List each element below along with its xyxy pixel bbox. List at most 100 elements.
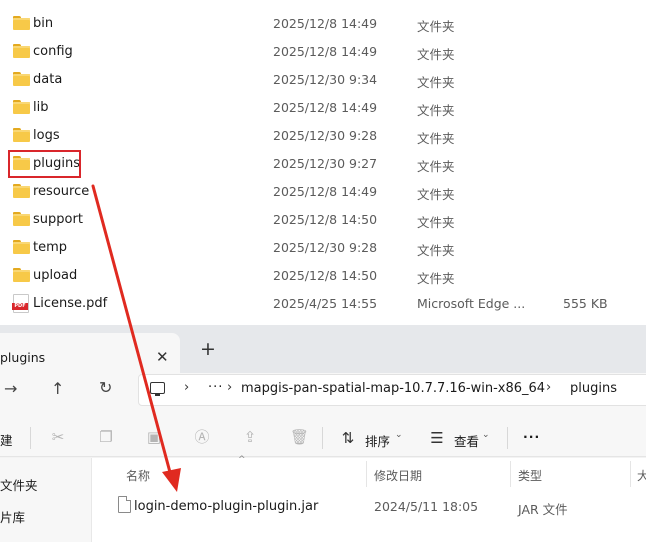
file-date: 2024/5/11 18:05 xyxy=(374,499,479,514)
item-name: support xyxy=(33,212,83,227)
sort-button-label[interactable]: 排序 xyxy=(365,431,390,450)
close-tab-icon[interactable]: ✕ xyxy=(156,348,169,366)
up-arrow-icon[interactable]: ↑ xyxy=(51,379,64,398)
item-date: 2025/12/30 9:27 xyxy=(273,156,378,171)
file-name[interactable]: login-demo-plugin-plugin.jar xyxy=(134,499,318,514)
chevron-right-icon[interactable]: › xyxy=(184,380,189,395)
item-name: config xyxy=(33,44,73,59)
item-date: 2025/12/30 9:34 xyxy=(273,72,378,87)
item-type: Microsoft Edge ... xyxy=(417,296,526,311)
item-type: 文件夹 xyxy=(417,187,455,202)
toolbar-divider xyxy=(30,427,31,449)
item-name: temp xyxy=(33,240,68,255)
chevron-right-icon[interactable]: › xyxy=(227,380,232,395)
list-item[interactable]: upload 2025/12/8 14:50 文件夹 xyxy=(0,262,646,290)
folder-icon xyxy=(13,212,30,226)
chevron-down-icon[interactable]: ⌄ xyxy=(395,430,403,440)
list-item[interactable]: lib 2025/12/8 14:49 文件夹 xyxy=(0,94,646,122)
refresh-icon[interactable]: ↻ xyxy=(99,378,112,397)
item-date: 2025/12/8 14:49 xyxy=(273,44,378,59)
item-type: 文件夹 xyxy=(417,271,455,286)
column-divider[interactable] xyxy=(510,461,511,487)
column-header-type[interactable]: 类型 xyxy=(518,467,542,484)
item-type: 文件夹 xyxy=(417,19,455,34)
item-date: 2025/12/8 14:49 xyxy=(273,16,378,31)
tab-title: plugins xyxy=(0,350,46,365)
monitor-icon[interactable] xyxy=(150,382,165,396)
view-button-label[interactable]: 查看 xyxy=(454,431,479,450)
item-type: 文件夹 xyxy=(417,103,455,118)
item-type: 文件夹 xyxy=(417,75,455,90)
column-header-date[interactable]: 修改日期 xyxy=(374,467,422,484)
list-item[interactable]: temp 2025/12/30 9:28 文件夹 xyxy=(0,234,646,262)
item-date: 2025/12/8 14:49 xyxy=(273,100,378,115)
list-item[interactable]: config 2025/12/8 14:49 文件夹 xyxy=(0,38,646,66)
sort-icon[interactable]: ⇅ xyxy=(340,430,356,446)
file-type: JAR 文件 xyxy=(518,502,568,517)
list-item[interactable]: data 2025/12/30 9:34 文件夹 xyxy=(0,66,646,94)
item-date: 2025/12/30 9:28 xyxy=(273,240,378,255)
item-name: logs xyxy=(33,128,60,143)
item-name: License.pdf xyxy=(33,296,108,311)
item-date: 2025/12/30 9:28 xyxy=(273,128,378,143)
view-icon[interactable]: ☰ xyxy=(429,430,445,446)
item-date: 2025/12/8 14:50 xyxy=(273,212,378,227)
tab-bar: plugins ✕ + xyxy=(0,325,646,373)
copy-icon[interactable]: ❐ xyxy=(98,429,114,445)
item-type: 文件夹 xyxy=(417,131,455,146)
item-date: 2025/12/8 14:49 xyxy=(273,184,378,199)
item-type: 文件夹 xyxy=(417,159,455,174)
jar-file-icon xyxy=(118,496,131,513)
pdf-icon: PDF xyxy=(12,294,29,313)
folder-icon xyxy=(13,100,30,114)
paste-icon[interactable]: ▣ xyxy=(146,429,162,445)
item-type: 文件夹 xyxy=(417,47,455,62)
folder-icon xyxy=(13,16,30,30)
list-item[interactable]: logs 2025/12/30 9:28 文件夹 xyxy=(0,122,646,150)
list-item[interactable]: support 2025/12/8 14:50 文件夹 xyxy=(0,206,646,234)
column-divider[interactable] xyxy=(630,461,631,487)
more-options-icon[interactable]: ··· xyxy=(523,429,540,444)
forward-arrow-icon[interactable]: → xyxy=(4,379,17,398)
navigation-sidebar xyxy=(0,458,92,542)
folder-icon xyxy=(13,72,30,86)
new-tab-button[interactable]: + xyxy=(200,338,216,360)
item-name: lib xyxy=(33,100,49,115)
toolbar-divider xyxy=(322,427,323,449)
sidebar-item-gallery[interactable]: 片库 xyxy=(0,507,25,526)
item-name: data xyxy=(33,72,63,87)
column-header-name[interactable]: 名称 xyxy=(126,467,150,484)
chevron-down-icon[interactable]: ⌄ xyxy=(482,430,490,440)
sort-caret-icon: ^ xyxy=(238,455,246,465)
cut-icon[interactable]: ✂ xyxy=(50,429,66,445)
breadcrumb-plugins[interactable]: plugins xyxy=(570,381,617,396)
new-button-label[interactable]: 建 xyxy=(0,430,13,449)
item-size: 555 KB xyxy=(563,296,608,311)
chevron-right-icon[interactable]: › xyxy=(546,380,551,395)
rename-icon[interactable]: Ⓐ xyxy=(194,429,210,445)
column-divider[interactable] xyxy=(366,461,367,487)
folder-icon xyxy=(13,184,30,198)
column-header-size[interactable]: 大 xyxy=(637,467,646,484)
item-type: 文件夹 xyxy=(417,243,455,258)
list-item[interactable]: plugins 2025/12/30 9:27 文件夹 xyxy=(0,150,646,178)
item-type: 文件夹 xyxy=(417,215,455,230)
breadcrumb-root[interactable]: mapgis-pan-spatial-map-10.7.7.16-win-x86… xyxy=(241,381,545,396)
share-icon[interactable]: ⇪ xyxy=(242,429,258,445)
list-item[interactable]: resource 2025/12/8 14:49 文件夹 xyxy=(0,178,646,206)
delete-icon[interactable]: 🗑 xyxy=(290,429,309,445)
pdf-badge: PDF xyxy=(12,303,28,310)
item-name: bin xyxy=(33,16,54,31)
item-date: 2025/4/25 14:55 xyxy=(273,296,378,311)
plugins-highlight-box xyxy=(8,150,81,178)
sidebar-item-folder[interactable]: 文件夹 xyxy=(0,475,38,494)
address-more-icon[interactable]: ··· xyxy=(208,380,223,395)
item-name: upload xyxy=(33,268,78,283)
item-date: 2025/12/8 14:50 xyxy=(273,268,378,283)
list-item[interactable]: PDF License.pdf 2025/4/25 14:55 Microsoft E… xyxy=(0,290,646,318)
folder-icon xyxy=(13,268,30,282)
command-toolbar xyxy=(0,417,646,457)
tab-plugins[interactable]: plugins ✕ xyxy=(0,333,180,373)
list-item[interactable]: bin 2025/12/8 14:49 文件夹 xyxy=(0,10,646,38)
folder-icon xyxy=(13,240,30,254)
